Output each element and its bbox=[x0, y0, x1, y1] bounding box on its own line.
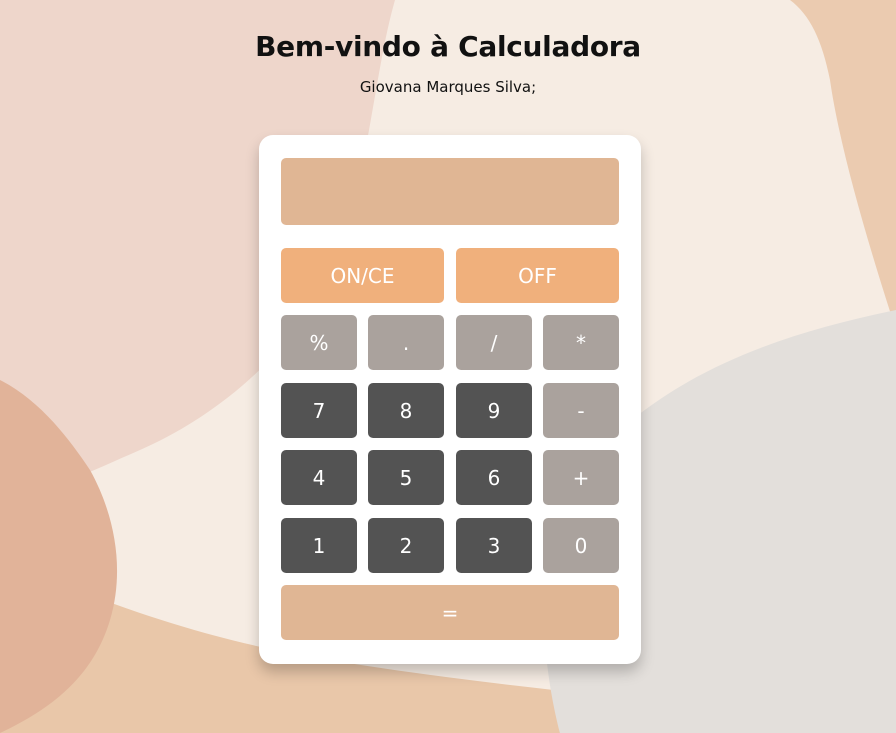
digit-1-button[interactable]: 1 bbox=[281, 518, 357, 573]
percent-button[interactable]: % bbox=[281, 315, 357, 370]
digit-9-button[interactable]: 9 bbox=[456, 383, 532, 438]
digit-0-button[interactable]: 0 bbox=[543, 518, 619, 573]
on-ce-button[interactable]: ON/CE bbox=[281, 248, 444, 303]
author-name: Giovana Marques Silva; bbox=[359, 78, 537, 96]
equals-button[interactable]: = bbox=[281, 585, 619, 640]
minus-button[interactable]: - bbox=[543, 383, 619, 438]
digit-4-button[interactable]: 4 bbox=[281, 450, 357, 505]
digit-2-button[interactable]: 2 bbox=[368, 518, 444, 573]
digit-8-button[interactable]: 8 bbox=[368, 383, 444, 438]
page-title: Bem-vindo à Calculadora bbox=[255, 30, 641, 63]
decimal-point-button[interactable]: . bbox=[368, 315, 444, 370]
digit-3-button[interactable]: 3 bbox=[456, 518, 532, 573]
divide-button[interactable]: / bbox=[456, 315, 532, 370]
digit-5-button[interactable]: 5 bbox=[368, 450, 444, 505]
calculator: ON/CE OFF % . / * 7 8 9 - 4 5 6 + 1 2 3 … bbox=[259, 135, 641, 664]
calculator-display[interactable] bbox=[281, 158, 619, 225]
digit-7-button[interactable]: 7 bbox=[281, 383, 357, 438]
off-button[interactable]: OFF bbox=[456, 248, 619, 303]
plus-button[interactable]: + bbox=[543, 450, 619, 505]
multiply-button[interactable]: * bbox=[543, 315, 619, 370]
digit-6-button[interactable]: 6 bbox=[456, 450, 532, 505]
